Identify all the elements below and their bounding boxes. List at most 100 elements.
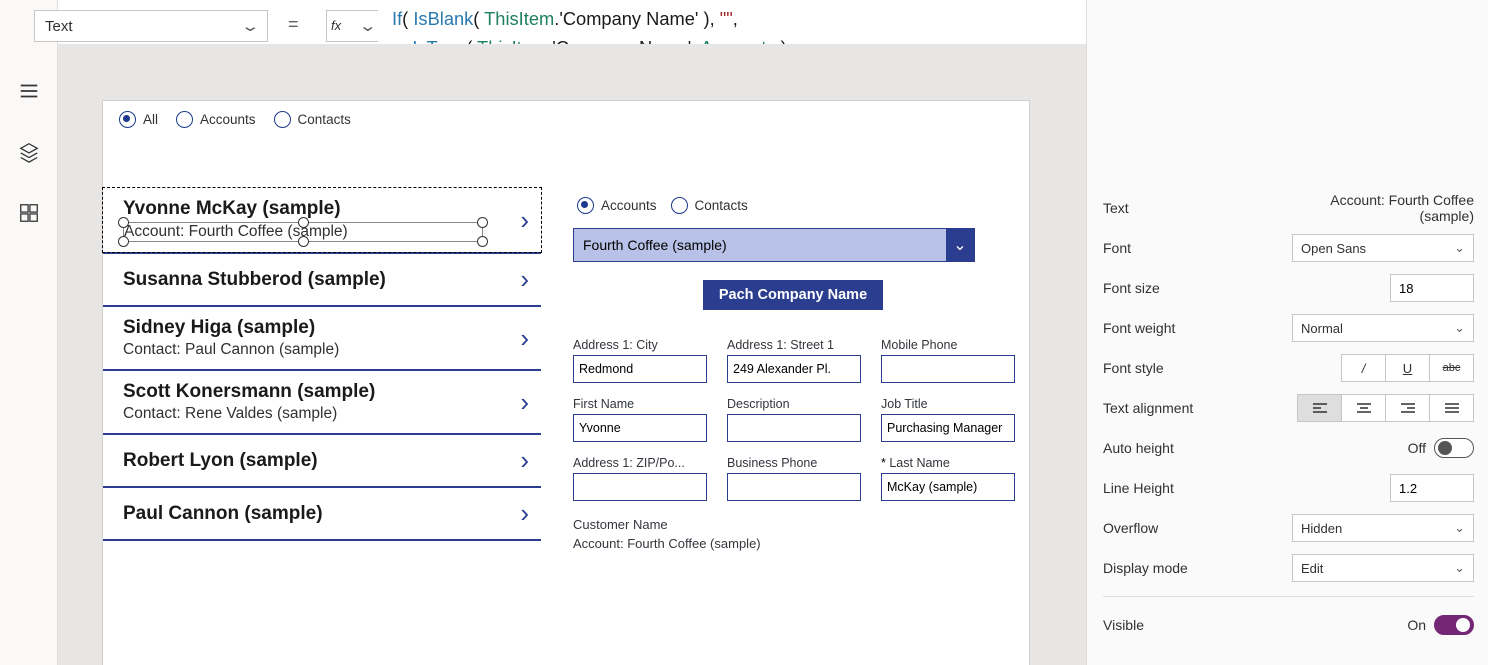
field-label: Address 1: Street 1 xyxy=(727,338,861,352)
align-justify-button[interactable] xyxy=(1429,394,1474,422)
left-rail xyxy=(0,0,58,665)
gallery-item-title: Scott Konersmann (sample) xyxy=(123,381,520,403)
display-mode-select[interactable]: Edit ⌄ xyxy=(1292,554,1474,582)
line-height-input[interactable] xyxy=(1390,474,1474,502)
fx-button[interactable]: fx ⌄ xyxy=(326,10,378,42)
chevron-down-icon: ⌄ xyxy=(1454,520,1465,536)
font-size-input[interactable] xyxy=(1390,274,1474,302)
property-dropdown[interactable]: Text ⌄ xyxy=(34,10,268,42)
form-pane: Accounts Contacts Fourth Coffee (sample)… xyxy=(573,197,1013,551)
canvas-host: All Accounts Contacts Yvonne McKay (samp… xyxy=(58,44,1086,665)
field-label: First Name xyxy=(573,397,707,411)
app-canvas[interactable]: All Accounts Contacts Yvonne McKay (samp… xyxy=(102,100,1030,665)
svg-text:fx: fx xyxy=(331,18,342,33)
prop-align-label: Text alignment xyxy=(1103,400,1298,416)
gallery-item[interactable]: Paul Cannon (sample)› xyxy=(103,488,541,541)
overflow-select[interactable]: Hidden ⌄ xyxy=(1292,514,1474,542)
overflow-value: Hidden xyxy=(1301,521,1342,536)
customer-name-block: Customer Name Account: Fourth Coffee (sa… xyxy=(573,517,1013,551)
font-weight-select[interactable]: Normal ⌄ xyxy=(1292,314,1474,342)
form-radio-contacts[interactable]: Contacts xyxy=(671,197,748,214)
radio-contacts[interactable]: Contacts xyxy=(274,111,351,128)
components-icon[interactable] xyxy=(18,202,40,229)
form-field: Job Title xyxy=(881,397,1015,442)
prop-text-value: Account: Fourth Coffee (sample) xyxy=(1292,192,1474,224)
chevron-down-icon: ⌄ xyxy=(1454,560,1465,576)
gallery-item[interactable]: Susanna Stubberod (sample)› xyxy=(103,254,541,307)
field-label: Description xyxy=(727,397,861,411)
italic-button[interactable]: / xyxy=(1341,354,1386,382)
field-input[interactable] xyxy=(881,355,1015,383)
align-right-button[interactable] xyxy=(1385,394,1430,422)
form-radio-contacts-label: Contacts xyxy=(695,198,748,213)
field-label: Address 1: ZIP/Po... xyxy=(573,456,707,470)
radio-accounts[interactable]: Accounts xyxy=(176,111,256,128)
chevron-right-icon: › xyxy=(520,205,529,236)
property-dropdown-value: Text xyxy=(45,18,73,35)
customer-name-label: Customer Name xyxy=(573,517,1013,532)
radio-accounts-label: Accounts xyxy=(200,112,256,127)
gallery-item-title: Robert Lyon (sample) xyxy=(123,450,520,472)
layers-icon[interactable] xyxy=(18,141,40,168)
gallery-item-subtitle: Contact: Paul Cannon (sample) xyxy=(123,341,520,359)
gallery-item[interactable]: Scott Konersmann (sample) Contact: Rene V… xyxy=(103,371,541,435)
gallery-item[interactable]: Sidney Higa (sample) Contact: Paul Cannon… xyxy=(103,307,541,371)
gallery-item-subtitle: Account: Fourth Coffee (sample) xyxy=(123,222,483,242)
chevron-down-icon: ⌄ xyxy=(1454,320,1465,336)
patch-button[interactable]: Pach Company Name xyxy=(703,280,883,310)
field-label: Address 1: City xyxy=(573,338,707,352)
font-style-segment: / U abc xyxy=(1342,354,1474,382)
chevron-down-icon[interactable]: ⌄ xyxy=(946,229,974,261)
field-input[interactable] xyxy=(573,473,707,501)
gallery-item-title: Sidney Higa (sample) xyxy=(123,317,520,339)
properties-panel: Text Account: Fourth Coffee (sample) Fon… xyxy=(1086,0,1488,665)
gallery-item[interactable]: Yvonne McKay (sample)Account: Fourth Cof… xyxy=(103,188,541,254)
align-left-button[interactable] xyxy=(1297,394,1342,422)
form-field: Address 1: ZIP/Po... xyxy=(573,456,707,501)
customer-name-value: Account: Fourth Coffee (sample) xyxy=(573,536,1013,551)
radio-all[interactable]: All xyxy=(119,111,158,128)
prop-overflow-label: Overflow xyxy=(1103,520,1292,536)
hamburger-icon[interactable] xyxy=(18,80,40,107)
field-input[interactable] xyxy=(881,473,1015,501)
strike-button[interactable]: abc xyxy=(1429,354,1474,382)
field-label: Last Name xyxy=(881,456,1015,470)
align-segment xyxy=(1298,394,1474,422)
visible-toggle[interactable]: On xyxy=(1407,615,1474,635)
gallery[interactable]: Yvonne McKay (sample)Account: Fourth Cof… xyxy=(103,188,541,541)
gallery-item-title: Paul Cannon (sample) xyxy=(123,503,520,525)
field-input[interactable] xyxy=(727,355,861,383)
form-field: Address 1: City xyxy=(573,338,707,383)
prop-visible-label: Visible xyxy=(1103,617,1407,633)
prop-fontstyle-label: Font style xyxy=(1103,360,1342,376)
field-input[interactable] xyxy=(727,414,861,442)
underline-button[interactable]: U xyxy=(1385,354,1430,382)
gallery-item-subtitle: Contact: Rene Valdes (sample) xyxy=(123,405,520,423)
chevron-right-icon: › xyxy=(520,498,529,529)
prop-displaymode-label: Display mode xyxy=(1103,560,1292,576)
visible-value: On xyxy=(1407,617,1426,633)
gallery-item-title: Yvonne McKay (sample) xyxy=(123,198,520,220)
display-mode-value: Edit xyxy=(1301,561,1323,576)
auto-height-value: Off xyxy=(1408,440,1426,456)
field-input[interactable] xyxy=(573,414,707,442)
prop-font-label: Font xyxy=(1103,240,1292,256)
font-select[interactable]: Open Sans⌄ xyxy=(1292,234,1474,262)
auto-height-toggle[interactable]: Off xyxy=(1408,438,1474,458)
gallery-item[interactable]: Robert Lyon (sample)› xyxy=(103,435,541,488)
prop-lineheight-label: Line Height xyxy=(1103,480,1390,496)
field-input[interactable] xyxy=(727,473,861,501)
chevron-right-icon: › xyxy=(520,323,529,354)
chevron-right-icon: › xyxy=(520,264,529,295)
chevron-down-icon: ⌄ xyxy=(241,17,261,35)
radio-contacts-label: Contacts xyxy=(298,112,351,127)
prop-fontsize-label: Font size xyxy=(1103,280,1390,296)
field-input[interactable] xyxy=(573,355,707,383)
align-center-button[interactable] xyxy=(1341,394,1386,422)
form-radio-accounts[interactable]: Accounts xyxy=(577,197,657,214)
font-weight-value: Normal xyxy=(1301,321,1343,336)
equals-label: = xyxy=(288,14,299,35)
field-input[interactable] xyxy=(881,414,1015,442)
company-combo[interactable]: Fourth Coffee (sample) ⌄ xyxy=(573,228,975,262)
chevron-right-icon: › xyxy=(520,387,529,418)
